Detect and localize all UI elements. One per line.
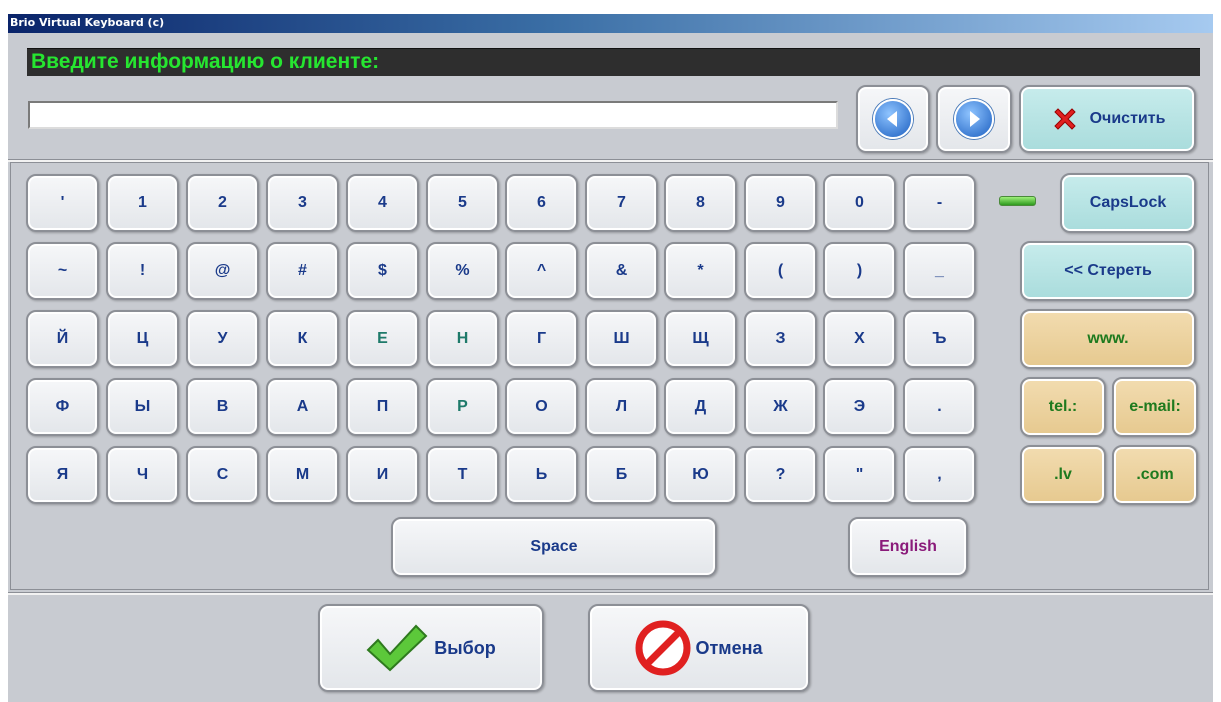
key-3[interactable]: 3	[266, 174, 339, 232]
key-letter[interactable]: Б	[585, 446, 658, 504]
key-letter[interactable]: Й	[26, 310, 99, 368]
arrow-right-icon	[954, 99, 994, 139]
key-letter[interactable]: О	[505, 378, 578, 436]
key-letter[interactable]: И	[346, 446, 419, 504]
key-letter[interactable]: Н	[426, 310, 499, 368]
clear-button[interactable]: Очистить	[1019, 85, 1196, 153]
ok-button[interactable]: Выбор	[318, 604, 544, 692]
key-at[interactable]: @	[186, 242, 259, 300]
key-letter[interactable]: Д	[664, 378, 737, 436]
capslock-key[interactable]: CapsLock	[1060, 173, 1196, 233]
key-apostrophe[interactable]: '	[26, 174, 99, 232]
key-4[interactable]: 4	[346, 174, 419, 232]
key-paren-close[interactable]: )	[823, 242, 896, 300]
www-key[interactable]: www.	[1020, 309, 1196, 369]
key-7[interactable]: 7	[585, 174, 658, 232]
email-key[interactable]: e-mail:	[1112, 377, 1198, 437]
divider-bottom	[8, 592, 1213, 595]
tel-key[interactable]: tel.:	[1020, 377, 1106, 437]
key-letter[interactable]: Щ	[664, 310, 737, 368]
cancel-label: Отмена	[695, 637, 763, 658]
key-8[interactable]: 8	[664, 174, 737, 232]
key-letter[interactable]: С	[186, 446, 259, 504]
key-letter[interactable]: Ю	[664, 446, 737, 504]
language-button[interactable]: English	[848, 517, 968, 577]
key-asterisk[interactable]: *	[664, 242, 737, 300]
key-letter[interactable]: Т	[426, 446, 499, 504]
key-letter[interactable]: У	[186, 310, 259, 368]
key-hash[interactable]: #	[266, 242, 339, 300]
key-letter[interactable]: Э	[823, 378, 896, 436]
backspace-key[interactable]: << Стереть	[1020, 241, 1196, 301]
title-bar: Brio Virtual Keyboard (c)	[8, 14, 1213, 33]
no-entry-icon	[635, 620, 691, 676]
key-underscore[interactable]: _	[903, 242, 976, 300]
key-percent[interactable]: %	[426, 242, 499, 300]
key-letter[interactable]: Я	[26, 446, 99, 504]
key-letter[interactable]: Ш	[585, 310, 658, 368]
key-letter[interactable]: Р	[426, 378, 499, 436]
key-minus[interactable]: -	[903, 174, 976, 232]
cursor-left-button[interactable]	[856, 85, 930, 153]
cancel-button[interactable]: Отмена	[588, 604, 810, 692]
keyboard-window: Brio Virtual Keyboard (c) Введите информ…	[8, 14, 1213, 702]
window-title: Brio Virtual Keyboard (c)	[10, 16, 165, 29]
key-ampersand[interactable]: &	[585, 242, 658, 300]
key-letter[interactable]: М	[266, 446, 339, 504]
key-letter[interactable]: Е	[346, 310, 419, 368]
key-exclamation[interactable]: !	[106, 242, 179, 300]
key-letter[interactable]: Ы	[106, 378, 179, 436]
key-period[interactable]: .	[903, 378, 976, 436]
key-letter[interactable]: Ж	[744, 378, 817, 436]
key-comma[interactable]: ,	[903, 446, 976, 504]
key-letter[interactable]: Ц	[106, 310, 179, 368]
key-5[interactable]: 5	[426, 174, 499, 232]
red-x-icon	[1050, 104, 1080, 134]
key-letter[interactable]: Ф	[26, 378, 99, 436]
key-1[interactable]: 1	[106, 174, 179, 232]
checkmark-icon	[366, 624, 428, 672]
text-input[interactable]	[28, 101, 838, 129]
key-tilde[interactable]: ~	[26, 242, 99, 300]
key-dollar[interactable]: $	[346, 242, 419, 300]
key-letter[interactable]: К	[266, 310, 339, 368]
key-letter[interactable]: В	[186, 378, 259, 436]
prompt-text: Введите информацию о клиенте:	[31, 50, 380, 73]
key-letter[interactable]: П	[346, 378, 419, 436]
key-letter[interactable]: З	[744, 310, 817, 368]
key-6[interactable]: 6	[505, 174, 578, 232]
key-2[interactable]: 2	[186, 174, 259, 232]
clear-label: Очистить	[1089, 110, 1166, 127]
key-letter[interactable]: Ь	[505, 446, 578, 504]
arrow-left-icon	[873, 99, 913, 139]
lv-key[interactable]: .lv	[1020, 445, 1106, 505]
com-key[interactable]: .com	[1112, 445, 1198, 505]
prompt-bar: Введите информацию о клиенте:	[27, 48, 1200, 76]
key-letter[interactable]: А	[266, 378, 339, 436]
key-letter[interactable]: Х	[823, 310, 896, 368]
key-caret[interactable]: ^	[505, 242, 578, 300]
key-letter[interactable]: Ч	[106, 446, 179, 504]
space-key[interactable]: Space	[391, 517, 717, 577]
key-question[interactable]: ?	[744, 446, 817, 504]
key-0[interactable]: 0	[823, 174, 896, 232]
key-letter[interactable]: Л	[585, 378, 658, 436]
key-letter[interactable]: Ъ	[903, 310, 976, 368]
ok-label: Выбор	[434, 637, 496, 658]
capslock-indicator	[999, 196, 1036, 206]
key-9[interactable]: 9	[744, 174, 817, 232]
key-paren-open[interactable]: (	[744, 242, 817, 300]
cursor-right-button[interactable]	[936, 85, 1012, 153]
key-letter[interactable]: Г	[505, 310, 578, 368]
key-quote[interactable]: "	[823, 446, 896, 504]
